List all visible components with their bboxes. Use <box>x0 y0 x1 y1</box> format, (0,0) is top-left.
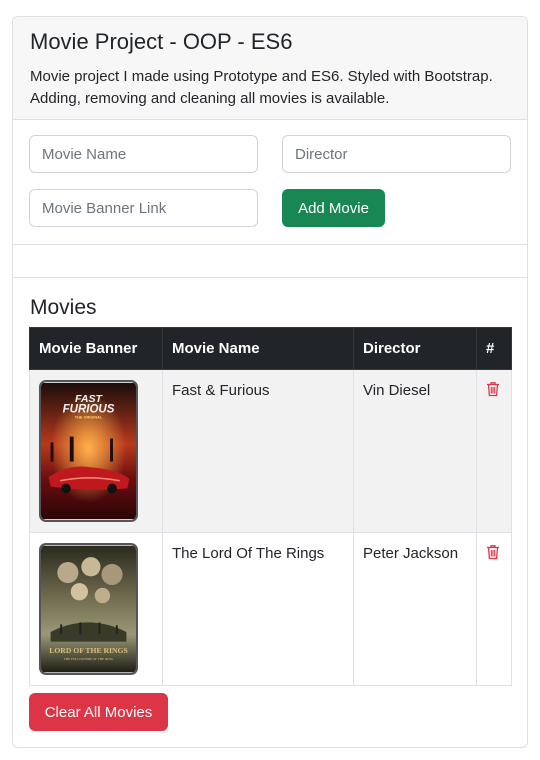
trash-icon[interactable] <box>486 381 500 397</box>
director-input[interactable] <box>282 135 511 173</box>
table-header-row: Movie Banner Movie Name Director # <box>29 327 512 370</box>
movie-name-cell: The Lord Of The Rings <box>162 532 354 686</box>
action-cell <box>476 369 512 533</box>
movies-table: Movie Banner Movie Name Director # FAST … <box>29 327 512 686</box>
poster-lord-of-the-rings: LORD OF THE RINGS THE FELLOWSHIP OF THE … <box>39 543 138 675</box>
column-header-name: Movie Name <box>162 327 354 370</box>
table-row: FAST FURIOUS THE ORIGINAL Fast & Furious… <box>29 369 512 533</box>
trash-icon[interactable] <box>486 544 500 560</box>
movie-name-cell: Fast & Furious <box>162 369 354 533</box>
banner-cell: FAST FURIOUS THE ORIGINAL <box>29 369 163 533</box>
page-description: Movie project I made using Prototype and… <box>30 68 493 107</box>
svg-text:THE ORIGINAL: THE ORIGINAL <box>75 415 103 419</box>
column-header-actions: # <box>476 327 512 370</box>
movie-banner-link-input[interactable] <box>29 189 258 227</box>
add-movie-button[interactable]: Add Movie <box>282 189 385 227</box>
poster-fast-and-furious: FAST FURIOUS THE ORIGINAL <box>39 380 138 522</box>
svg-text:THE FELLOWSHIP OF THE RING: THE FELLOWSHIP OF THE RING <box>64 657 114 661</box>
director-cell: Peter Jackson <box>353 532 477 686</box>
clear-all-movies-button[interactable]: Clear All Movies <box>29 693 168 731</box>
table-row: LORD OF THE RINGS THE FELLOWSHIP OF THE … <box>29 532 512 686</box>
director-cell: Vin Diesel <box>353 369 477 533</box>
banner-cell: LORD OF THE RINGS THE FELLOWSHIP OF THE … <box>29 532 163 686</box>
column-header-banner: Movie Banner <box>29 327 163 370</box>
card-header: Movie Project - OOP - ES6 Movie project … <box>13 17 527 120</box>
action-cell <box>476 532 512 686</box>
svg-text:LORD OF THE RINGS: LORD OF THE RINGS <box>49 646 127 655</box>
page-title: Movie Project - OOP - ES6 <box>30 29 293 54</box>
column-header-director: Director <box>353 327 477 370</box>
movies-heading: Movies <box>30 296 97 319</box>
movie-name-input[interactable] <box>29 135 258 173</box>
svg-text:FURIOUS: FURIOUS <box>63 404 115 416</box>
divider <box>13 245 527 278</box>
